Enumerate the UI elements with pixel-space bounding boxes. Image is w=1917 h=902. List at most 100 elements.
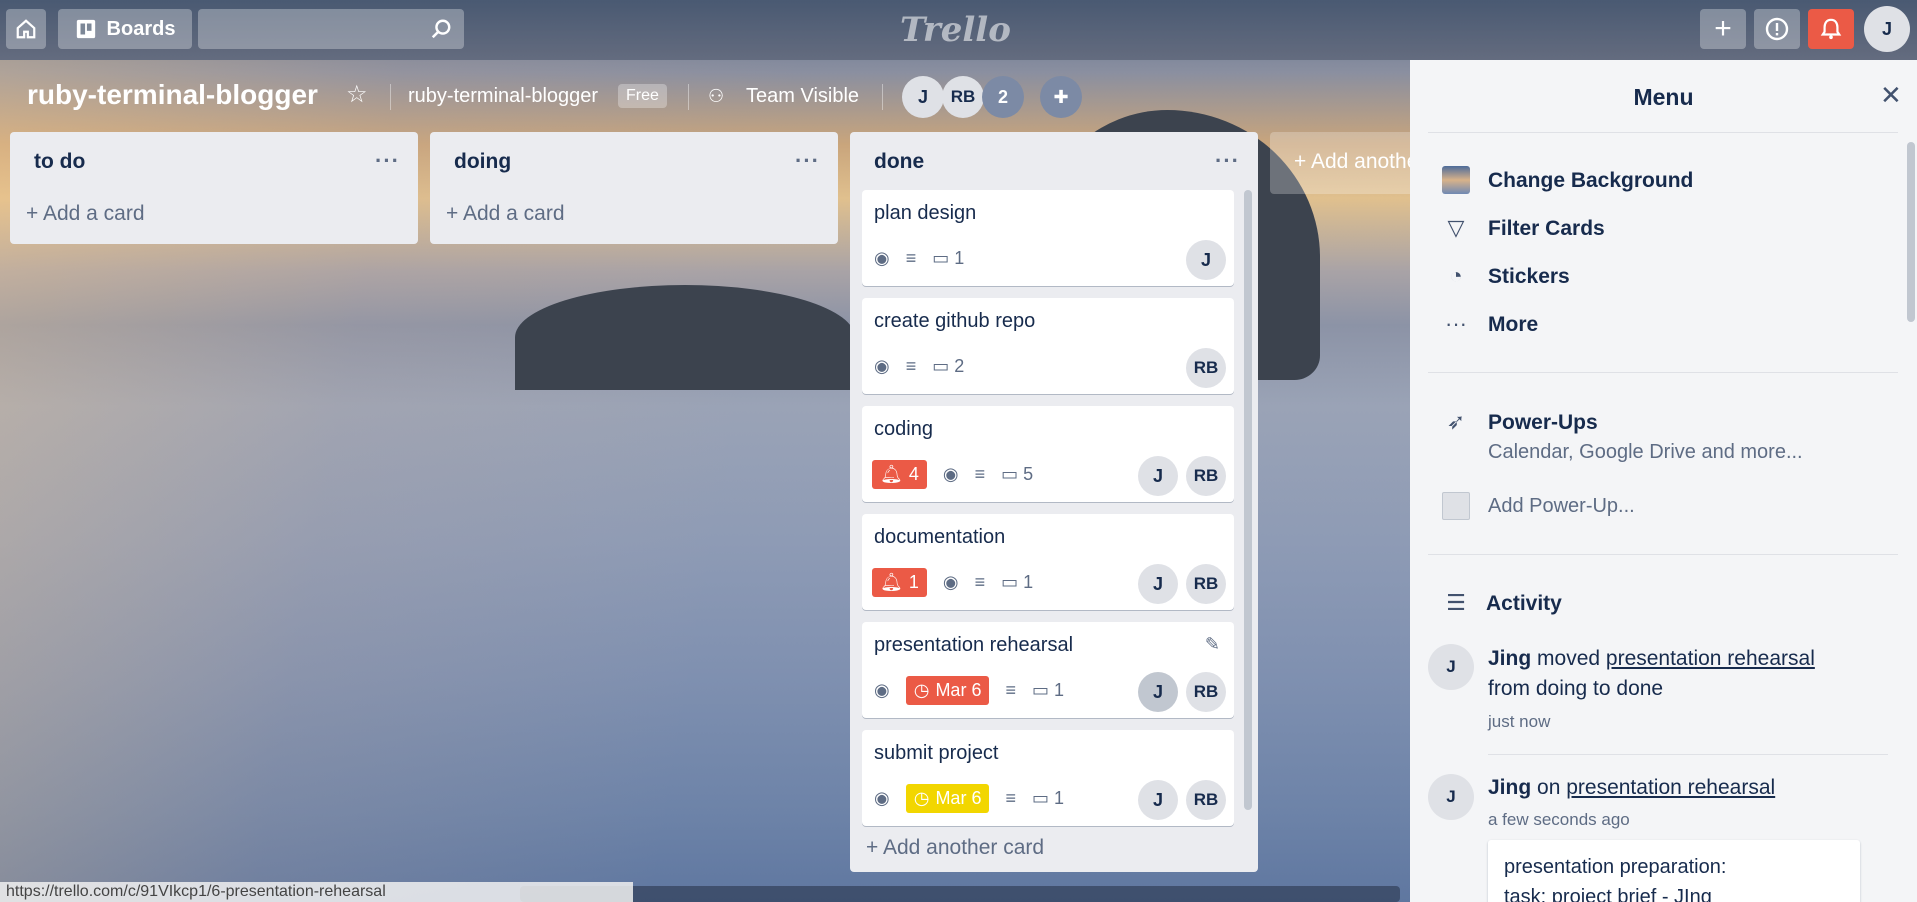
activity-avatar[interactable]: J bbox=[1428, 774, 1474, 820]
menu-item-more[interactable]: More bbox=[1488, 313, 1538, 337]
activity-icon: ☰ bbox=[1446, 590, 1466, 615]
member-avatar[interactable]: J bbox=[1138, 672, 1178, 712]
add-card-button[interactable]: + Add a card bbox=[446, 202, 565, 226]
card-title: plan design bbox=[874, 202, 977, 224]
card-badges: ◉ ≡ ▭ 1 bbox=[874, 242, 964, 274]
board-horizontal-scrollbar[interactable] bbox=[520, 886, 1400, 902]
trello-logo[interactable]: Trello bbox=[900, 10, 1011, 50]
comment-icon: ▭ bbox=[1001, 463, 1019, 484]
menu-item-stickers[interactable]: Stickers bbox=[1488, 265, 1570, 289]
activity-user[interactable]: Jing bbox=[1488, 776, 1531, 799]
activity-entry: Jing moved presentation rehearsal from d… bbox=[1488, 644, 1888, 704]
member-avatar[interactable]: J bbox=[1186, 240, 1226, 280]
bell-icon: 🔔︎ bbox=[880, 571, 903, 592]
card[interactable]: create github repo ◉ ≡ ▭ 2 RB bbox=[862, 298, 1234, 394]
member-avatar[interactable]: RB bbox=[1186, 564, 1226, 604]
card-badges: 🔔︎ 4 ◉ ≡ ▭ 5 bbox=[872, 458, 1033, 490]
divider bbox=[390, 84, 391, 110]
activity-title: Activity bbox=[1486, 592, 1562, 615]
clock-icon: ◷ bbox=[913, 787, 930, 808]
list-menu-icon[interactable]: ··· bbox=[795, 148, 820, 174]
member-avatar[interactable]: J bbox=[1138, 456, 1178, 496]
member-avatar[interactable]: RB bbox=[1186, 348, 1226, 388]
menu-title: Menu bbox=[1633, 84, 1694, 110]
list-title[interactable]: doing bbox=[454, 150, 511, 174]
eye-icon: ◉ bbox=[874, 247, 890, 268]
member-avatar[interactable]: RB bbox=[1186, 672, 1226, 712]
bell-icon: 🔔︎ bbox=[880, 463, 903, 484]
add-another-list-button[interactable]: + Add another list bbox=[1270, 132, 1415, 194]
notification-count: 4 bbox=[908, 463, 919, 484]
add-another-card-button[interactable]: + Add another card bbox=[866, 836, 1044, 860]
powerups-title[interactable]: Power-Ups bbox=[1488, 411, 1598, 435]
visibility-button[interactable]: Team Visible bbox=[746, 85, 859, 108]
boards-label: Boards bbox=[106, 17, 176, 40]
add-user-icon: ✚ bbox=[1053, 86, 1069, 107]
activity-verb: moved bbox=[1537, 647, 1601, 670]
notifications-button[interactable] bbox=[1808, 9, 1854, 49]
home-button[interactable] bbox=[6, 9, 46, 49]
member-avatar[interactable]: RB bbox=[1186, 456, 1226, 496]
comment-count: 5 bbox=[1023, 463, 1034, 484]
card[interactable]: plan design ◉ ≡ ▭ 1 J bbox=[862, 190, 1234, 286]
card-title: presentation rehearsal bbox=[874, 634, 1074, 656]
notification-badge: 🔔︎ 4 bbox=[872, 459, 927, 489]
user-avatar[interactable]: J bbox=[1864, 6, 1910, 52]
activity-user[interactable]: Jing bbox=[1488, 647, 1531, 670]
card[interactable]: documentation 🔔︎ 1 ◉ ≡ ▭ 1 J RB bbox=[862, 514, 1234, 610]
comment-badge: ▭ 2 bbox=[932, 356, 964, 377]
activity-card-link[interactable]: presentation rehearsal bbox=[1566, 776, 1775, 799]
member-avatar[interactable]: J bbox=[1138, 564, 1178, 604]
activity-avatar[interactable]: J bbox=[1428, 644, 1474, 690]
list-title[interactable]: to do bbox=[34, 150, 85, 174]
list-done: done ··· plan design ◉ ≡ ▭ 1 J create gi… bbox=[850, 132, 1258, 872]
powerup-placeholder-icon bbox=[1442, 492, 1470, 520]
card[interactable]: submit project ◉ ◷ Mar 6 ≡ ▭ 1 J RB bbox=[862, 730, 1234, 826]
activity-time[interactable]: just now bbox=[1488, 712, 1550, 732]
comment-icon: ▭ bbox=[932, 355, 950, 376]
notification-count: 1 bbox=[908, 571, 919, 592]
list-todo: to do ··· + Add a card bbox=[10, 132, 418, 244]
card[interactable]: presentation rehearsal ✎ ◉ ◷ Mar 6 ≡ ▭ 1 … bbox=[862, 622, 1234, 718]
boards-button[interactable]: Boards bbox=[58, 9, 192, 49]
add-card-label: Add a card bbox=[42, 202, 145, 225]
search-input[interactable] bbox=[198, 9, 464, 49]
board-title[interactable]: ruby-terminal-blogger bbox=[27, 79, 318, 111]
list-title[interactable]: done bbox=[874, 150, 924, 174]
notification-badge: 🔔︎ 1 bbox=[872, 567, 927, 597]
star-icon[interactable]: ☆ bbox=[346, 80, 368, 109]
activity-verb: on bbox=[1537, 776, 1561, 799]
list-scrollbar[interactable] bbox=[1244, 190, 1252, 810]
close-icon[interactable]: ✕ bbox=[1880, 80, 1902, 111]
more-members-count[interactable]: 2 bbox=[982, 76, 1024, 118]
create-button[interactable]: + bbox=[1700, 9, 1746, 49]
activity-avatar-initial: J bbox=[1446, 657, 1456, 676]
member-avatar[interactable]: RB bbox=[1186, 780, 1226, 820]
description-icon: ≡ bbox=[1005, 679, 1016, 700]
card-members: J RB bbox=[1138, 672, 1226, 712]
menu-item-change-background[interactable]: Change Background bbox=[1488, 169, 1693, 193]
more-icon: ··· bbox=[1445, 311, 1467, 336]
member-avatar[interactable]: J bbox=[902, 76, 944, 118]
eye-icon: ◉ bbox=[874, 355, 890, 376]
activity-card-link[interactable]: presentation rehearsal bbox=[1606, 647, 1815, 670]
comment-icon: ▭ bbox=[932, 247, 950, 268]
menu-scrollbar[interactable] bbox=[1907, 142, 1915, 322]
member-avatar[interactable]: RB bbox=[942, 76, 984, 118]
menu-item-filter-cards[interactable]: Filter Cards bbox=[1488, 217, 1605, 241]
sticker-icon: ◔ bbox=[1449, 263, 1463, 288]
search-icon[interactable] bbox=[430, 18, 452, 40]
card[interactable]: coding 🔔︎ 4 ◉ ≡ ▭ 5 J RB bbox=[862, 406, 1234, 502]
list-menu-icon[interactable]: ··· bbox=[1215, 148, 1240, 174]
filter-icon: ▽ bbox=[1447, 215, 1465, 240]
invite-member-button[interactable]: ✚ bbox=[1040, 76, 1082, 118]
list-menu-icon[interactable]: ··· bbox=[375, 148, 400, 174]
info-button[interactable] bbox=[1754, 9, 1800, 49]
team-name[interactable]: ruby-terminal-blogger bbox=[408, 85, 598, 108]
add-card-button[interactable]: + Add a card bbox=[26, 202, 145, 226]
add-powerup-button[interactable]: Add Power-Up... bbox=[1488, 495, 1635, 518]
member-avatar[interactable]: J bbox=[1138, 780, 1178, 820]
activity-time[interactable]: a few seconds ago bbox=[1488, 810, 1630, 830]
edit-pencil-icon[interactable]: ✎ bbox=[1205, 634, 1220, 655]
comment-line: presentation preparation: bbox=[1504, 856, 1727, 878]
